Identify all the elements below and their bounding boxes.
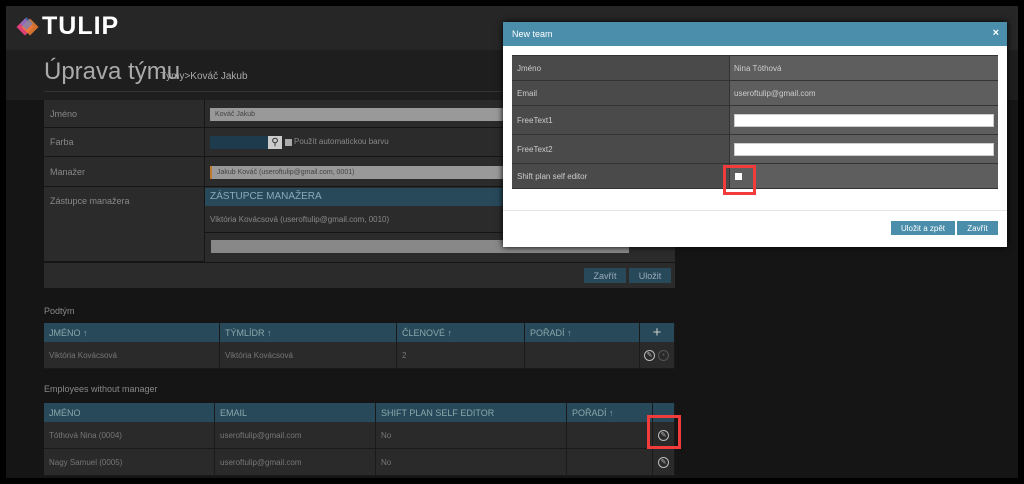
column-header-leader[interactable]: TÝMLÍDR ↑: [220, 323, 397, 342]
save-button[interactable]: Uložit: [629, 268, 671, 283]
field-label: FreeText1: [512, 106, 730, 134]
cell-editor: No: [376, 422, 567, 449]
field-value: Nina Tóthová: [730, 56, 998, 80]
highlight-box: [723, 165, 756, 195]
field-label: Jméno: [512, 56, 730, 80]
auto-color-checkbox[interactable]: [285, 139, 292, 146]
employees-title: Employees without manager: [44, 384, 158, 394]
dialog-close-button[interactable]: Zavřít: [957, 221, 998, 235]
divider: [503, 210, 1007, 211]
column-header-editor[interactable]: SHIFT PLAN SELF EDITOR: [376, 403, 567, 422]
save-and-back-button[interactable]: Uložit a zpět: [891, 221, 955, 235]
deputy-label: Zástupce manažera: [44, 187, 205, 262]
color-label: Farba: [44, 128, 205, 157]
subteam-title: Podtým: [44, 306, 75, 316]
field-label: Email: [512, 81, 730, 105]
close-icon[interactable]: ×: [993, 27, 999, 39]
cell-name: Viktória Kovácsová: [44, 342, 220, 369]
app-window: TULIP Úprava týmu Týmy>Kováč Jakub Jméno…: [6, 6, 1018, 478]
add-icon[interactable]: +: [640, 323, 675, 342]
cell-actions: ✎ •: [640, 342, 675, 369]
highlight-box: [647, 415, 681, 449]
column-header-name[interactable]: JMÉNO: [44, 403, 215, 422]
freetext1-input[interactable]: [734, 113, 994, 127]
cell-leader: Viktória Kovácsová: [220, 342, 397, 369]
column-header-email[interactable]: EMAIL: [215, 403, 376, 422]
delete-icon[interactable]: •: [658, 349, 669, 361]
dialog-row-freetext2: FreeText2: [512, 135, 998, 164]
cell-actions: ✎: [653, 449, 675, 476]
cell-order: [525, 342, 640, 369]
cell-email: useroftulip@gmail.com: [215, 449, 376, 476]
edit-icon[interactable]: ✎: [658, 456, 669, 468]
logo-text: TULIP: [42, 12, 120, 40]
cell-name: Nagy Samuel (0005): [44, 449, 215, 476]
dialog-header: New team ×: [503, 22, 1007, 46]
dialog-row-email: Email useroftulip@gmail.com: [512, 81, 998, 106]
column-header-members[interactable]: ČLENOVÉ ↑: [397, 323, 525, 342]
divider: [44, 262, 675, 263]
cell-order: [567, 449, 653, 476]
cell-editor: No: [376, 449, 567, 476]
cell-order: [567, 422, 653, 449]
column-header-order[interactable]: POŘADÍ ↑: [567, 403, 653, 422]
close-button[interactable]: Zavřít: [584, 268, 626, 283]
logo[interactable]: TULIP: [16, 12, 120, 41]
cell-members: 2: [397, 342, 525, 369]
color-input[interactable]: [210, 136, 268, 149]
cell-email: useroftulip@gmail.com: [215, 422, 376, 449]
breadcrumb[interactable]: Týmy>Kováč Jakub: [160, 71, 248, 82]
cell-name: Tóthová Nina (0004): [44, 422, 215, 449]
column-header-name[interactable]: JMÉNO ↑: [44, 323, 220, 342]
manager-label: Manažer: [44, 157, 205, 187]
new-team-dialog: New team × Jméno Nina Tóthová Email user…: [503, 22, 1007, 247]
dialog-row-freetext1: FreeText1: [512, 106, 998, 135]
search-icon[interactable]: ⚲: [268, 136, 282, 149]
field-label: Shift plan self editor: [512, 164, 730, 188]
name-label: Jméno: [44, 100, 205, 128]
dialog-row-name: Jméno Nina Tóthová: [512, 55, 998, 81]
column-header-order[interactable]: POŘADÍ ↑: [525, 323, 640, 342]
tulip-logo-icon: [16, 16, 39, 36]
edit-icon[interactable]: ✎: [644, 349, 655, 361]
field-label: FreeText2: [512, 135, 730, 163]
auto-color-label: Použít automatickou barvu: [294, 137, 389, 146]
freetext2-input[interactable]: [734, 142, 994, 156]
field-value: useroftulip@gmail.com: [730, 81, 998, 105]
dialog-title: New team: [512, 29, 553, 39]
